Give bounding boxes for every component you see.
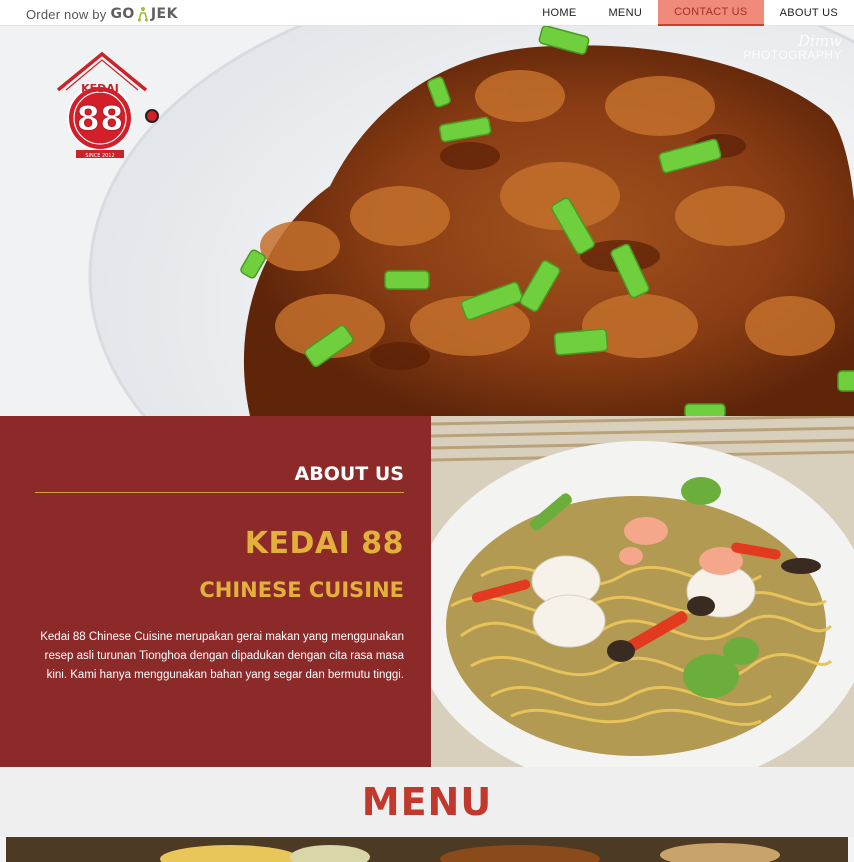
menu-title: MENU [361, 780, 493, 824]
menu-dish-illustration [0, 837, 854, 862]
nav-item-menu[interactable]: MENU [592, 0, 658, 26]
photographer-watermark: Dimw PHOTOGRAPHY [743, 32, 842, 62]
gojek-order-link[interactable]: Order now by GO JEK [26, 5, 178, 23]
gojek-scooter-icon [137, 7, 148, 22]
gojek-logo: GO JEK [110, 6, 178, 22]
watermark-label: PHOTOGRAPHY [743, 48, 842, 62]
noodle-dish-illustration [431, 416, 854, 767]
nav-menu: HOME MENU CONTACT US ABOUT US [526, 0, 854, 26]
nav-item-about-us[interactable]: ABOUT US [764, 0, 854, 26]
about-description: Kedai 88 Chinese Cuisine merupakan gerai… [40, 631, 404, 681]
svg-text:88: 88 [76, 99, 123, 139]
about-title: ABOUT US [294, 463, 404, 485]
about-section: ABOUT US KEDAI 88 CHINESE CUISINE Kedai … [0, 416, 431, 767]
brand-subtitle: CHINESE CUISINE [199, 578, 404, 602]
svg-text:SINCE 2012: SINCE 2012 [85, 153, 114, 159]
kedai88-logo: 88 KEDAI SINCE 2012 [56, 52, 159, 159]
brand-name: KEDAI 88 [244, 526, 404, 561]
nav-item-home[interactable]: HOME [526, 0, 592, 26]
menu-section-header: MENU [0, 767, 854, 837]
menu-food-photo [0, 837, 854, 862]
nav-item-contact-us[interactable]: CONTACT US [658, 0, 764, 26]
top-navbar: Order now by GO JEK HOME MENU CONTACT US… [0, 0, 854, 26]
noodle-dish-photo [431, 416, 854, 767]
gojek-logo-go: GO [110, 6, 135, 22]
about-divider [35, 492, 404, 493]
svg-text:KEDAI: KEDAI [81, 82, 119, 95]
gojek-promo-text: Order now by [26, 6, 107, 22]
gojek-logo-jek: JEK [150, 6, 178, 22]
